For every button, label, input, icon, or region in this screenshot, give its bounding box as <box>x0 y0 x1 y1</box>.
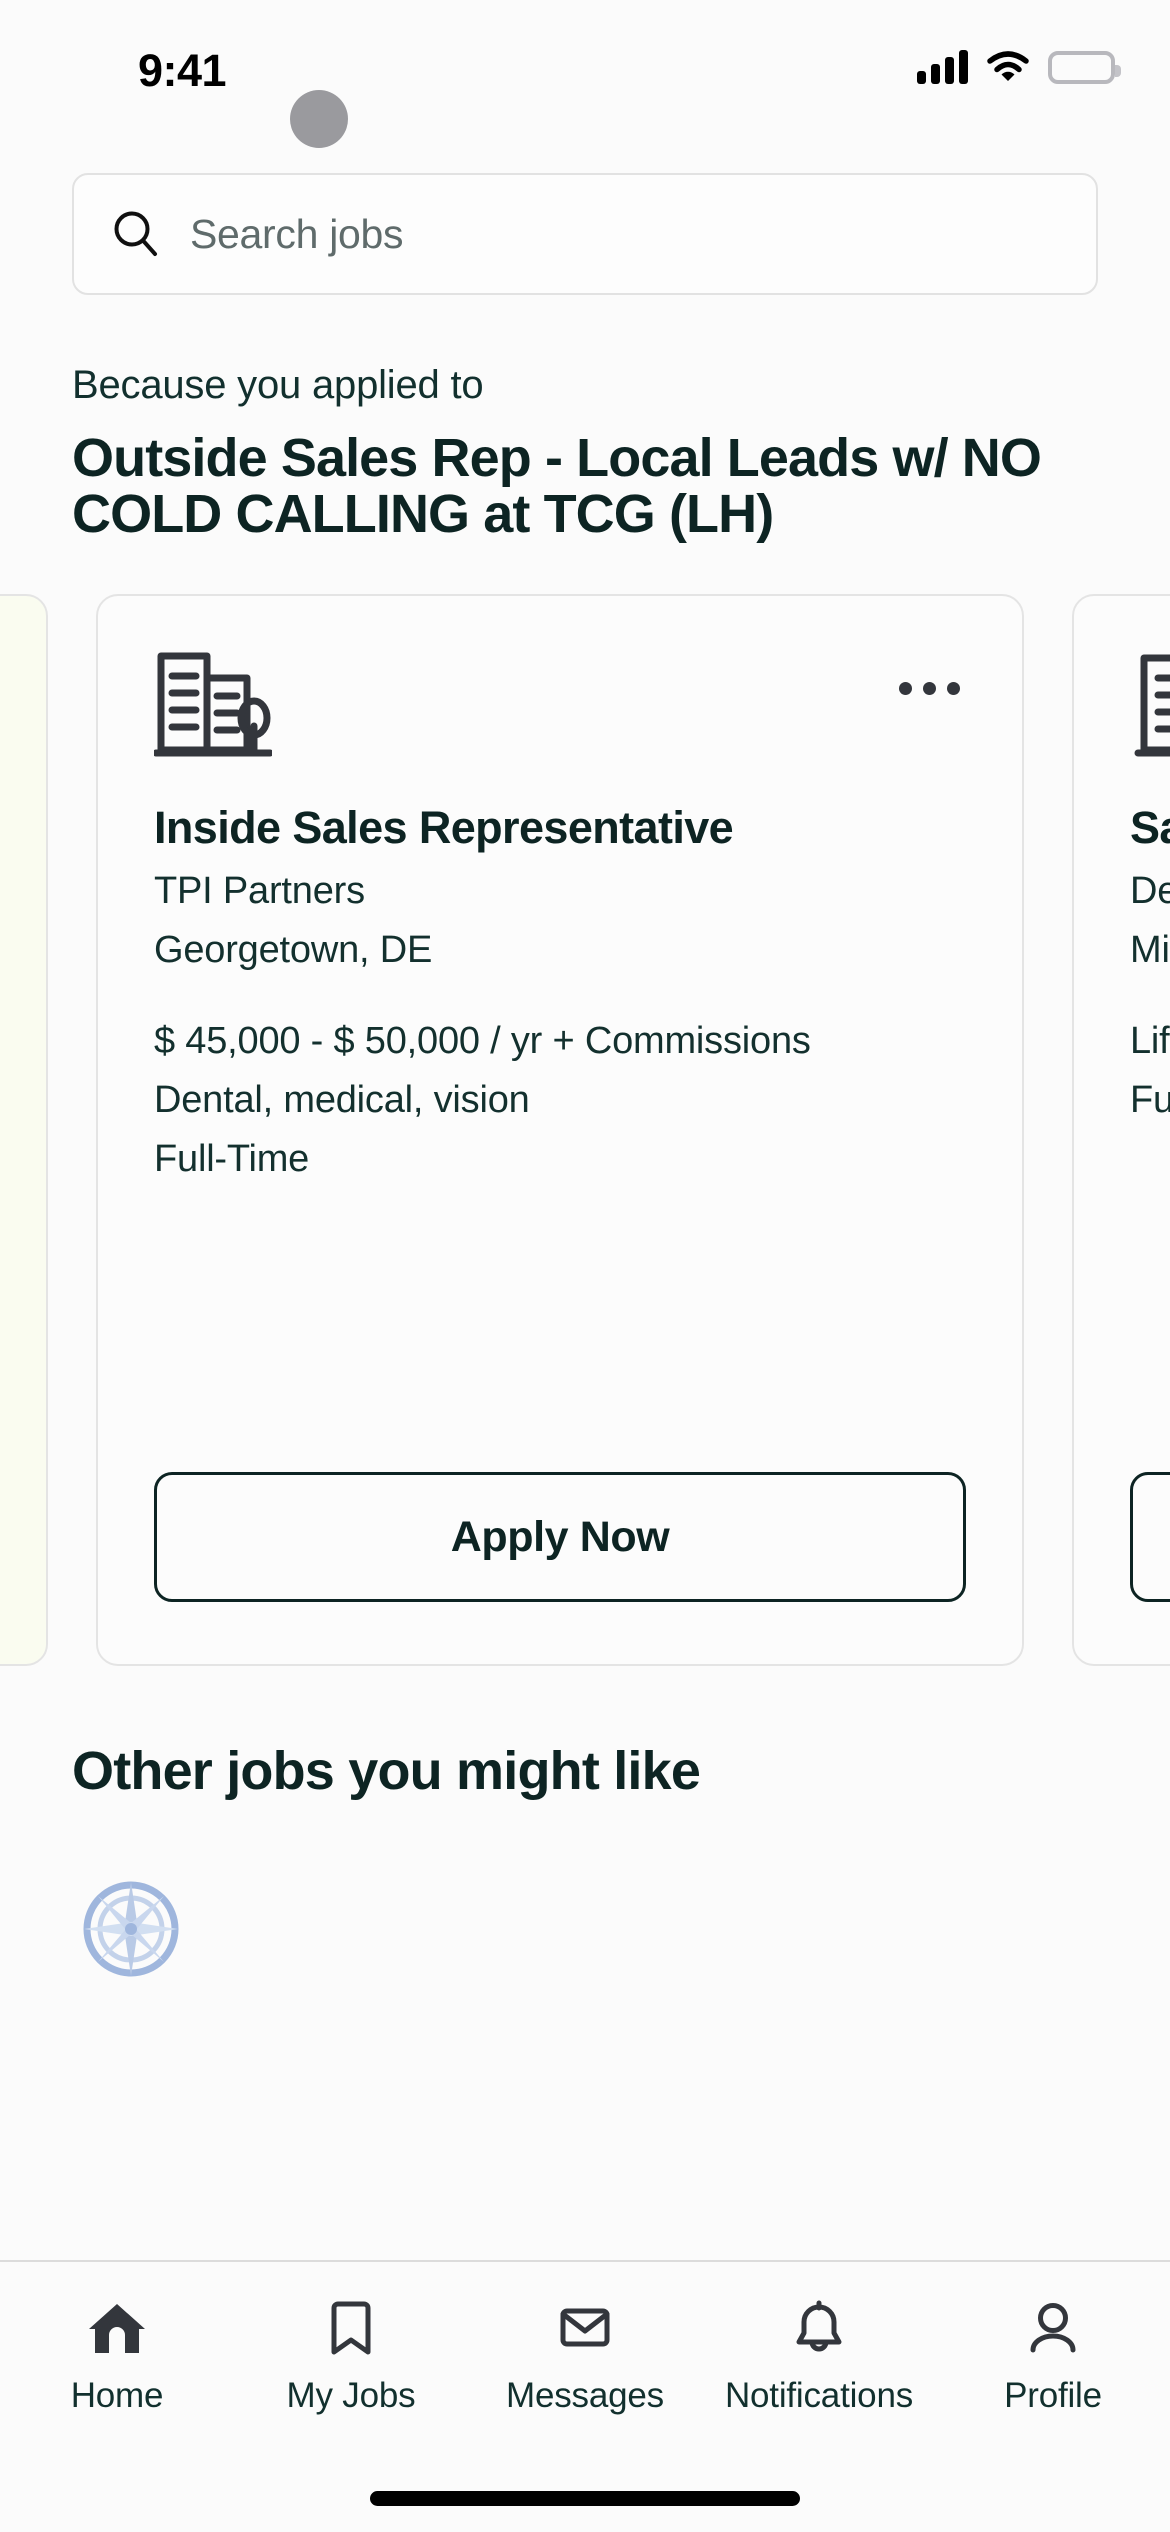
search-input[interactable]: Search jobs <box>72 173 1098 295</box>
carousel-track[interactable]: Inside Sales Representative TPI Partners… <box>0 594 1170 1667</box>
job-salary: $ 45,000 - $ 50,000 / yr + Commissions <box>154 1020 811 1063</box>
nav-item-messages[interactable]: Messages <box>468 2298 702 2416</box>
job-company-next: De <box>1130 870 1170 913</box>
home-indicator[interactable] <box>370 2491 800 2506</box>
job-location: Georgetown, DE <box>154 929 433 972</box>
job-card-next[interactable]: Sa De Mil Life Ful <box>1072 594 1170 1667</box>
job-title-next: Sa <box>1130 802 1170 854</box>
job-card-header-next <box>1130 648 1170 760</box>
job-card-carousel[interactable]: Inside Sales Representative TPI Partners… <box>0 594 1170 1684</box>
search-icon <box>114 211 157 256</box>
page-title: Outside Sales Rep - Local Leads w/ NO CO… <box>72 428 1042 545</box>
battery-full-icon <box>1048 50 1121 84</box>
home-icon <box>89 2304 145 2353</box>
status-bar-icons <box>917 50 1121 84</box>
nav-item-my-jobs[interactable]: My Jobs <box>234 2298 468 2416</box>
apply-now-button[interactable]: Apply Now <box>154 1472 966 1603</box>
dynamic-island <box>290 90 348 148</box>
status-bar-time: 9:41 <box>138 45 227 96</box>
nav-label-profile: Profile <box>1004 2376 1102 2415</box>
nav-item-profile[interactable]: Profile <box>936 2298 1170 2416</box>
apply-now-button-next[interactable] <box>1130 1472 1170 1603</box>
nav-label-my-jobs: My Jobs <box>286 2376 416 2415</box>
person-icon <box>1030 2303 1076 2353</box>
nav-item-home[interactable]: Home <box>0 2298 234 2416</box>
nav-label-notifications: Notifications <box>724 2376 914 2415</box>
job-employment-type: Full-Time <box>154 1138 310 1181</box>
other-jobs-heading: Other jobs you might like <box>72 1741 701 1802</box>
recommendation-reason: Because you applied to <box>72 363 484 407</box>
envelope-icon <box>560 2308 610 2347</box>
job-company: TPI Partners <box>154 870 365 913</box>
wifi-icon <box>987 51 1029 81</box>
search-placeholder: Search jobs <box>190 210 404 257</box>
job-card-header <box>154 648 966 760</box>
document-list-icon <box>1134 654 1170 757</box>
cellular-signal-icon <box>917 50 968 84</box>
compass-illustration-wrap <box>0 1876 1170 1987</box>
office-building-icon <box>154 652 272 757</box>
status-bar: 9:41 <box>0 0 1170 148</box>
job-benefits: Dental, medical, vision <box>154 1079 530 1122</box>
job-employment-type-next: Ful <box>1130 1079 1170 1122</box>
job-benefits-next: Life <box>1130 1020 1170 1063</box>
job-card-current[interactable]: Inside Sales Representative TPI Partners… <box>96 594 1024 1667</box>
job-location-next: Mil <box>1130 929 1170 972</box>
job-card-previous[interactable] <box>0 594 48 1667</box>
nav-label-messages: Messages <box>506 2376 664 2415</box>
compass-rose-illustration <box>83 1881 179 1977</box>
search-section: Search jobs <box>0 145 1170 295</box>
bell-icon <box>796 2300 842 2352</box>
nav-label-home: Home <box>70 2376 164 2415</box>
bookmark-icon <box>331 2301 371 2355</box>
nav-item-notifications[interactable]: Notifications <box>702 2298 936 2416</box>
more-options-icon[interactable] <box>899 648 966 696</box>
bottom-navigation-bar: Home My Jobs Messages Notifications Prof… <box>0 2260 1170 2532</box>
job-title: Inside Sales Representative <box>154 802 734 854</box>
